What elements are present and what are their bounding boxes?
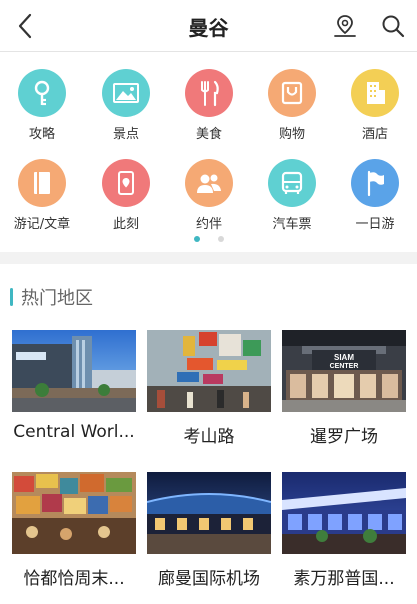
- landscape-icon: [113, 83, 139, 103]
- circle-shopping: [268, 69, 316, 117]
- category-hotel[interactable]: 酒店: [333, 69, 417, 149]
- category-shopping[interactable]: 购物: [250, 69, 334, 149]
- street-photo: [147, 330, 271, 412]
- section-title: 热门地区: [21, 288, 93, 309]
- mall-photo: [12, 330, 136, 412]
- circle-flag: [351, 159, 399, 207]
- circle-key: [18, 69, 66, 117]
- fork-knife-icon: [201, 80, 219, 107]
- market-photo: [12, 472, 136, 554]
- place-card[interactable]: 廊曼国际机场: [147, 472, 271, 589]
- svg-text:SIAM: SIAM: [334, 353, 354, 362]
- place-card[interactable]: 考山路: [147, 330, 271, 447]
- svg-text:CENTER: CENTER: [330, 363, 359, 370]
- place-card[interactable]: 恰都恰周末...: [12, 472, 136, 589]
- circle-book: [18, 159, 66, 207]
- category-label: 酒店: [361, 127, 388, 142]
- place-name: 考山路: [183, 427, 235, 447]
- app-header: 曼谷: [0, 0, 417, 52]
- category-label: 汽车票: [272, 217, 312, 232]
- category-label: 游记/文章: [13, 217, 71, 232]
- category-food[interactable]: 美食: [167, 69, 251, 149]
- bus-icon: [281, 171, 303, 194]
- phone-pin-icon: [118, 171, 134, 195]
- flag-icon: [367, 170, 384, 197]
- place-name: Central Worl...: [13, 422, 135, 442]
- place-name: 廊曼国际机场: [158, 569, 260, 589]
- page-indicator[interactable]: [0, 236, 417, 242]
- page-dot[interactable]: [217, 236, 224, 242]
- category-label: 此刻: [112, 217, 139, 232]
- circle-bus: [268, 159, 316, 207]
- search-icon: [382, 15, 405, 38]
- location-button[interactable]: [330, 10, 360, 42]
- category-grid: 攻略 景点 美食 购物 酒店 游记/文章 此刻 约伴 汽车票 一日游: [0, 53, 417, 250]
- section-divider: [0, 252, 417, 264]
- airport-night-photo: [282, 472, 406, 554]
- category-label: 一日游: [355, 217, 395, 232]
- section-accent-bar: [10, 288, 13, 306]
- category-label: 购物: [278, 127, 305, 142]
- place-card[interactable]: 素万那普国...: [282, 472, 406, 589]
- circle-hotel: [351, 69, 399, 117]
- key-icon: [34, 80, 50, 106]
- category-label: 攻略: [28, 127, 55, 142]
- place-name: 恰都恰周末...: [23, 569, 125, 589]
- people-icon: [197, 174, 221, 193]
- place-card[interactable]: SIAM CENTER 暹罗广场: [282, 330, 406, 447]
- category-companion[interactable]: 约伴: [167, 159, 251, 239]
- book-icon: [34, 172, 50, 194]
- category-moment[interactable]: 此刻: [84, 159, 168, 239]
- circle-people: [185, 159, 233, 207]
- category-label: 美食: [195, 127, 222, 142]
- category-label: 景点: [112, 127, 139, 142]
- siam-center-photo: SIAM CENTER: [282, 330, 406, 412]
- category-travelogue[interactable]: 游记/文章: [0, 159, 84, 239]
- category-bus[interactable]: 汽车票: [250, 159, 334, 239]
- category-label: 约伴: [195, 217, 222, 232]
- circle-food: [185, 69, 233, 117]
- section-header: 热门地区: [10, 286, 93, 309]
- search-button[interactable]: [378, 10, 408, 42]
- map-pin-icon: [334, 15, 356, 37]
- category-day-tour[interactable]: 一日游: [333, 159, 417, 239]
- circle-landscape: [102, 69, 150, 117]
- category-guide[interactable]: 攻略: [0, 69, 84, 149]
- airport-photo: [147, 472, 271, 554]
- place-card[interactable]: Central Worl...: [12, 330, 136, 442]
- circle-moment: [102, 159, 150, 207]
- building-icon: [367, 82, 385, 104]
- category-sights[interactable]: 景点: [84, 69, 168, 149]
- place-name: 暹罗广场: [310, 427, 378, 447]
- shopping-bag-icon: [281, 81, 303, 105]
- place-name: 素万那普国...: [293, 569, 395, 589]
- page-dot-active[interactable]: [193, 236, 200, 242]
